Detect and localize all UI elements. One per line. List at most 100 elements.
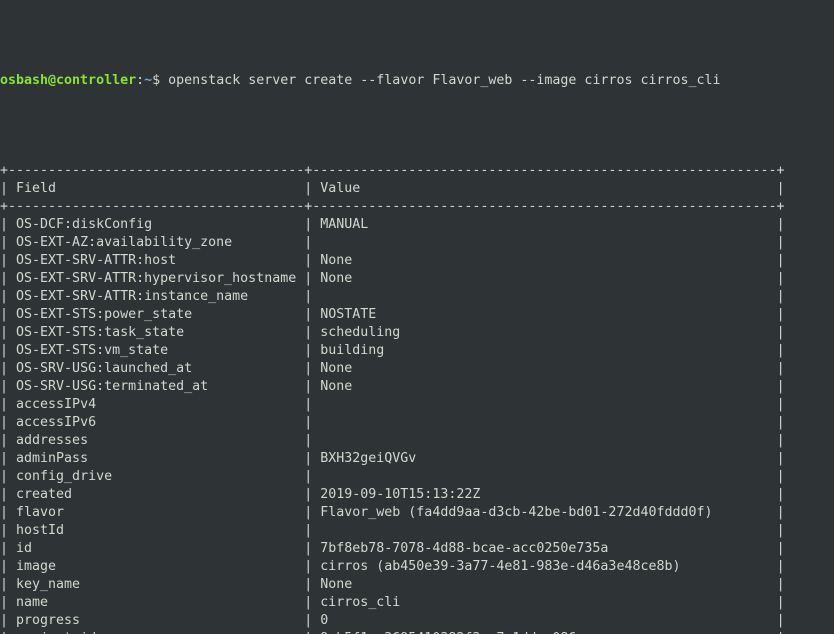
table-border-left: | (0, 325, 9, 340)
table-border-right: | (776, 415, 785, 430)
prompt-user-host: osbash@controller (0, 73, 137, 88)
table-cell-value: 2019-09-10T15:13:22Z (312, 487, 777, 502)
table-row: | project_id | 9cb5f1ae3695410382f3cc7e1… (0, 630, 834, 634)
table-border-left: | (0, 397, 9, 412)
table-cell-field: OS-SRV-USG:terminated_at (8, 379, 305, 394)
table-cell-value: None (312, 271, 777, 286)
table-cell-field: OS-EXT-STS:vm_state (8, 343, 305, 358)
table-cell-value: NOSTATE (312, 307, 777, 322)
table-cell-field: name (8, 595, 305, 610)
table-border-left: | (0, 361, 9, 376)
table-border-left: | (0, 559, 9, 574)
table-cell-value (312, 397, 776, 412)
table-border-right: | (776, 541, 785, 556)
table-cell-value: scheduling (312, 325, 777, 340)
table-border-right: | (776, 505, 785, 520)
table-border-right: | (776, 217, 785, 232)
table-border-left: | (0, 433, 9, 448)
table-row: | OS-EXT-SRV-ATTR:instance_name | | (0, 288, 834, 306)
table-cell-value (312, 469, 776, 484)
table-cell-value (312, 289, 776, 304)
table-cell-value: cirros (ab450e39-3a77-4e81-983e-d46a3e48… (312, 559, 777, 574)
table-border-left: | (0, 253, 9, 268)
table-cell-field: OS-EXT-STS:power_state (8, 307, 305, 322)
table-cell-value: 0 (312, 613, 777, 628)
table-row: | created | 2019-09-10T15:13:22Z | (0, 486, 834, 504)
table-row: | config_drive | | (0, 468, 834, 486)
table-border-right: | (776, 433, 785, 448)
table-cell-field: addresses (8, 433, 305, 448)
table-border-left: | (0, 181, 9, 196)
command-prompt-line: osbash@controller:~$ openstack server cr… (0, 72, 834, 90)
table-border-right: | (776, 307, 785, 322)
table-row: | image | cirros (ab450e39-3a77-4e81-983… (0, 558, 834, 576)
table-border-right: | (776, 559, 785, 574)
table-border-right: | (776, 451, 785, 466)
table-cell-field: adminPass (8, 451, 305, 466)
table-border-left: | (0, 235, 9, 250)
table-cell-field: image (8, 559, 305, 574)
table-row: | OS-EXT-SRV-ATTR:host | None | (0, 252, 834, 270)
table-border-left: | (0, 289, 9, 304)
table-border-right: | (776, 181, 785, 196)
table-border-left: | (0, 217, 9, 232)
table-row: | OS-SRV-USG:terminated_at | None | (0, 378, 834, 396)
table-cell-field: key_name (8, 577, 305, 592)
table-cell-field: OS-EXT-SRV-ATTR:hypervisor_hostname (8, 271, 305, 286)
table-border-left: | (0, 307, 9, 322)
table-border-right: | (776, 271, 785, 286)
table-cell-field: Field (8, 181, 305, 196)
table-border-right: | (776, 325, 785, 340)
table-cell-value (312, 415, 776, 430)
table-border-right: | (776, 343, 785, 358)
table-cell-field: OS-EXT-AZ:availability_zone (8, 235, 305, 250)
table-border-right: | (776, 523, 785, 538)
table-cell-value: 7bf8eb78-7078-4d88-bcae-acc0250e735a (312, 541, 777, 556)
table-row: | progress | 0 | (0, 612, 834, 630)
table-border-left: | (0, 271, 9, 286)
table-cell-field: id (8, 541, 305, 556)
table-cell-value (312, 235, 776, 250)
table-border-header-separator: +-------------------------------------+-… (0, 199, 785, 214)
prompt-colon: : (136, 73, 145, 88)
table-row: | flavor | Flavor_web (fa4dd9aa-d3cb-42b… (0, 504, 834, 522)
table-border-right: | (776, 613, 785, 628)
table-border-right: | (776, 469, 785, 484)
table-cell-field: accessIPv4 (8, 397, 305, 412)
table-border-top: +-------------------------------------+-… (0, 163, 785, 178)
table-cell-field: OS-EXT-STS:task_state (8, 325, 305, 340)
table-cell-value (312, 523, 776, 538)
table-row: | name | cirros_cli | (0, 594, 834, 612)
table-border-left: | (0, 451, 9, 466)
table-row: | OS-EXT-STS:power_state | NOSTATE | (0, 306, 834, 324)
table-border-right: | (776, 577, 785, 592)
table-border-left: | (0, 541, 9, 556)
table-row: | accessIPv6 | | (0, 414, 834, 432)
prompt-dollar-sign: $ (152, 73, 161, 88)
table-row: | accessIPv4 | | (0, 396, 834, 414)
table-cell-field: config_drive (8, 469, 305, 484)
prompt-path: ~ (144, 73, 153, 88)
table-row: | id | 7bf8eb78-7078-4d88-bcae-acc0250e7… (0, 540, 834, 558)
table-row: | OS-SRV-USG:launched_at | None | (0, 360, 834, 378)
table-cell-value: Flavor_web (fa4dd9aa-d3cb-42be-bd01-272d… (312, 505, 777, 520)
server-create-output-table: +-------------------------------------+-… (0, 162, 834, 634)
table-cell-field: progress (8, 613, 305, 628)
table-cell-value (312, 433, 776, 448)
table-border-right: | (776, 253, 785, 268)
table-cell-value: None (312, 379, 777, 394)
table-cell-field: OS-EXT-SRV-ATTR:host (8, 253, 305, 268)
table-border-left: | (0, 577, 9, 592)
terminal-window[interactable]: osbash@controller:~$ openstack server cr… (0, 0, 834, 634)
table-border-left: | (0, 469, 9, 484)
table-cell-value: MANUAL (312, 217, 777, 232)
table-border-right: | (776, 487, 785, 502)
table-row: | OS-EXT-AZ:availability_zone | | (0, 234, 834, 252)
command-text: openstack server create --flavor Flavor_… (168, 73, 721, 88)
table-cell-value: BXH32geiQVGv (312, 451, 777, 466)
table-border-right: | (776, 361, 785, 376)
table-cell-value: cirros_cli (312, 595, 777, 610)
table-cell-field: created (8, 487, 305, 502)
table-cell-field: flavor (8, 505, 305, 520)
table-row: | OS-EXT-SRV-ATTR:hypervisor_hostname | … (0, 270, 834, 288)
